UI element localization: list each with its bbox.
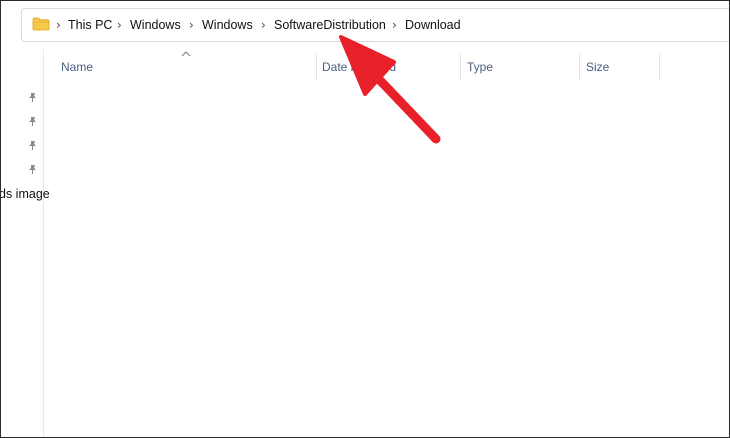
breadcrumb-softwaredistribution[interactable]: SoftwareDistribution [274, 18, 386, 33]
column-divider[interactable] [659, 53, 660, 80]
file-explorer-window: › This PC › Windows › Windows › Software… [0, 0, 730, 438]
pin-icon[interactable] [27, 164, 38, 175]
chevron-right-icon[interactable]: › [392, 18, 397, 32]
column-divider[interactable] [316, 53, 317, 80]
address-bar[interactable]: › This PC › Windows › Windows › Software… [21, 8, 729, 42]
pin-icon[interactable] [27, 92, 38, 103]
navigation-pane: ds image [1, 49, 50, 437]
chevron-right-icon[interactable]: › [56, 18, 61, 32]
breadcrumb-windows-1[interactable]: Windows [130, 18, 181, 33]
column-divider[interactable] [460, 53, 461, 80]
column-header-name[interactable]: Name [61, 60, 93, 74]
pin-icon[interactable] [27, 116, 38, 127]
column-header-size[interactable]: Size [586, 60, 609, 74]
file-list-area[interactable] [44, 81, 729, 437]
folder-icon [32, 17, 50, 31]
column-header-date-modified[interactable]: Date modified [322, 60, 396, 74]
chevron-right-icon[interactable]: › [189, 18, 194, 32]
sort-ascending-icon [181, 51, 191, 57]
chevron-right-icon[interactable]: › [117, 18, 122, 32]
breadcrumb-download[interactable]: Download [405, 18, 461, 33]
breadcrumb-this-pc[interactable]: This PC [68, 18, 112, 33]
column-divider[interactable] [579, 53, 580, 80]
chevron-right-icon[interactable]: › [261, 18, 266, 32]
nav-item-label[interactable]: ds image [1, 187, 50, 201]
breadcrumb-windows-2[interactable]: Windows [202, 18, 253, 33]
pin-icon[interactable] [27, 140, 38, 151]
column-header-type[interactable]: Type [467, 60, 493, 74]
